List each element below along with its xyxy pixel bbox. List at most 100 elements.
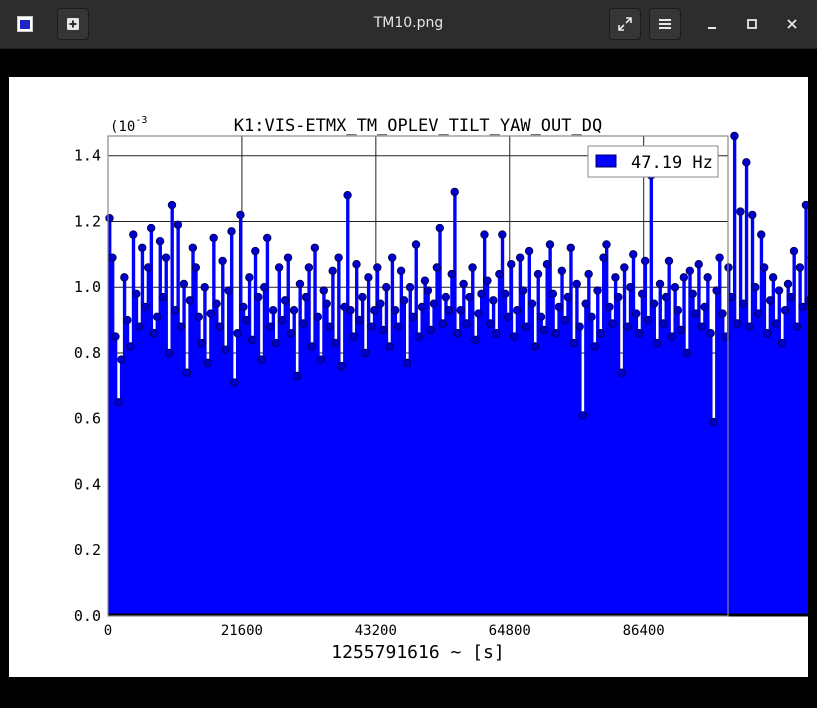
data-point: [316, 355, 325, 364]
data-point: [673, 306, 683, 315]
data-point: [105, 213, 114, 223]
data-point: [260, 283, 269, 292]
data-point: [771, 319, 781, 328]
data-point: [688, 289, 697, 299]
data-point: [533, 269, 543, 279]
data-point: [423, 286, 433, 295]
fullscreen-button[interactable]: [609, 8, 641, 40]
y-tick-labels: 0.0 0.2 0.4 0.6 0.8 1.0 1.2 1.4: [74, 147, 101, 625]
image-viewer-area: K1:VIS-ETMX_TM_OPLEV_TILT_YAW_OUT_DQ (10…: [0, 49, 817, 708]
data-point: [548, 289, 558, 299]
data-point: [304, 263, 314, 272]
data-point: [480, 230, 489, 239]
data-point: [358, 292, 367, 302]
data-point: [786, 292, 796, 302]
data-point: [120, 273, 129, 282]
minimize-button[interactable]: [700, 12, 724, 36]
data-point: [623, 322, 632, 331]
data-point: [527, 299, 537, 308]
close-button[interactable]: [780, 12, 804, 36]
data-point: [685, 266, 695, 275]
data-point: [158, 292, 168, 302]
data-point: [739, 299, 748, 308]
data-point: [367, 322, 376, 331]
data-point: [215, 322, 224, 331]
data-point: [566, 243, 575, 252]
data-point: [265, 322, 275, 331]
x-tick-labels: 0 21600 43200 64800 86400: [104, 623, 665, 639]
data-point: [399, 296, 409, 305]
data-point: [801, 200, 811, 210]
data-point: [617, 368, 626, 377]
data-point: [515, 253, 525, 262]
data-point: [123, 315, 132, 325]
data-point: [364, 273, 373, 282]
data-point: [539, 325, 549, 335]
data-point: [649, 299, 659, 308]
maximize-button[interactable]: [740, 12, 764, 36]
data-point: [608, 319, 617, 328]
data-point: [643, 315, 653, 325]
data-point: [257, 355, 266, 364]
data-point: [176, 322, 186, 331]
data-point: [536, 312, 546, 322]
data-point: [587, 312, 596, 322]
data-point: [703, 273, 712, 282]
data-point: [328, 266, 337, 275]
hamburger-menu-icon: [659, 19, 671, 29]
data-point: [334, 253, 343, 262]
data-point: [715, 253, 724, 262]
data-point: [640, 256, 650, 266]
data-point: [489, 296, 498, 305]
data-point: [197, 338, 206, 348]
data-point: [626, 283, 635, 292]
data-point: [179, 279, 189, 289]
y-tick-label: 1.0: [74, 278, 101, 296]
data-point: [676, 325, 686, 335]
data-point: [173, 220, 183, 229]
legend-label: 47.19 Hz: [631, 153, 713, 173]
data-point: [242, 315, 251, 325]
data-point: [417, 302, 427, 312]
menu-button[interactable]: [649, 8, 681, 40]
data-point: [593, 286, 602, 295]
data-point: [411, 240, 421, 249]
data-point: [295, 279, 305, 289]
data-point: [486, 319, 495, 328]
data-point: [664, 256, 674, 266]
data-point: [742, 158, 751, 167]
data-point: [322, 299, 331, 308]
data-bar: [807, 300, 811, 616]
data-point: [337, 361, 346, 371]
data-point: [277, 315, 287, 325]
data-point: [274, 263, 284, 272]
data-point: [447, 269, 456, 279]
data-point: [248, 335, 257, 345]
data-point: [432, 263, 442, 272]
x-tick-label: 64800: [489, 623, 531, 639]
data-point: [209, 233, 218, 243]
y-tick-label: 0.2: [74, 541, 101, 559]
data-point: [438, 319, 447, 328]
data-point: [748, 210, 757, 220]
data-point: [736, 207, 745, 216]
chart-title: K1:VIS-ETMX_TM_OPLEV_TILT_YAW_OUT_DQ: [234, 116, 602, 136]
y-scale-base: (10: [110, 119, 135, 135]
data-point: [140, 302, 150, 312]
data-point: [233, 329, 242, 338]
data-point: [757, 230, 766, 239]
data-point: [697, 322, 706, 331]
data-point: [629, 250, 638, 259]
window-titlebar: TM10.png: [0, 0, 817, 49]
data-point: [709, 417, 718, 427]
bar-series: [108, 136, 817, 617]
data-point: [658, 319, 668, 328]
data-point: [450, 187, 459, 197]
data-point: [429, 299, 439, 308]
data-point: [370, 306, 379, 315]
data-point: [263, 233, 272, 243]
data-point: [667, 332, 677, 341]
data-point: [349, 332, 358, 341]
data-point: [426, 325, 436, 335]
data-point: [402, 358, 412, 368]
